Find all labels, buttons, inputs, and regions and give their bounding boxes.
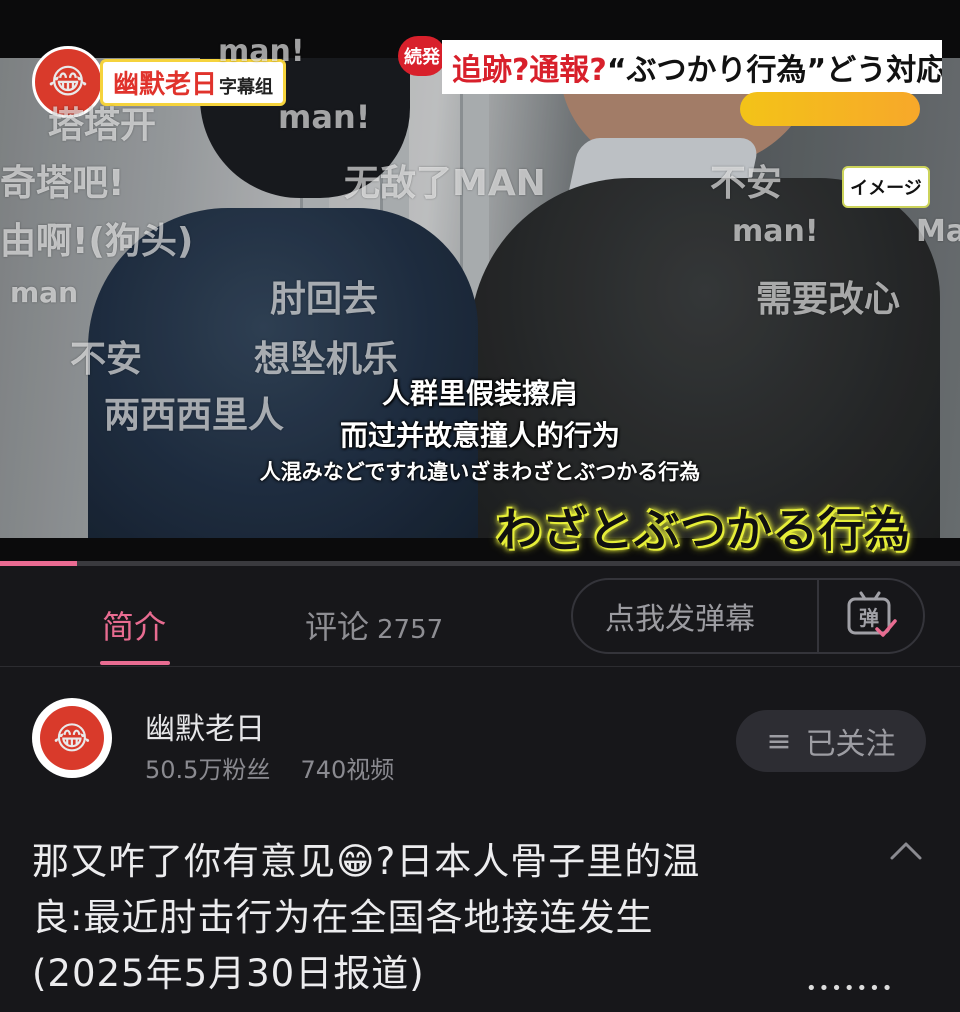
menu-icon: ≡ — [766, 723, 792, 759]
danmaku-placeholder: 点我发弹幕 — [605, 602, 755, 637]
news-tag: 続発 — [398, 36, 446, 76]
danmaku-comment: man! — [218, 34, 305, 69]
danmaku-tv-icon: 弹 — [847, 591, 897, 637]
subtitle-cn-line2: 而过并故意撞人的行为 — [339, 419, 620, 452]
danmaku-input[interactable]: 点我发弹幕 弹 — [571, 578, 925, 654]
video-player[interactable]: 😂 幽默老日 字幕组 続発 追跡?通報? “ぶつかり行為”どう対応 イメージ man… — [0, 0, 960, 566]
avatar[interactable]: 😂 — [32, 698, 112, 778]
video-count: 740视频 — [300, 756, 395, 784]
danmaku-send-icon[interactable]: 弹 — [819, 591, 923, 641]
daruma-avatar-icon: 😂 — [40, 706, 104, 770]
image-tag: イメージ — [842, 166, 930, 208]
uploader-stats: 50.5万粉丝 740视频 — [145, 750, 394, 785]
danmaku-comment: 塔塔开 — [48, 105, 157, 146]
headline-red: 追跡?通報? — [452, 53, 607, 88]
follow-label: 已关注 — [805, 727, 896, 762]
banner-decoration — [740, 92, 920, 126]
chevron-up-svg — [890, 842, 922, 860]
tab-comments[interactable]: 评论 2757 — [305, 602, 443, 648]
danmaku-comment: 肘回去 — [270, 279, 379, 320]
video-title: 那又咋了你有意见😁?日本人骨子里的温 良:最近肘击行为在全国各地接连发生 (20… — [32, 834, 832, 1002]
tab-bar: 简介 评论 2757 点我发弹幕 弹 — [0, 566, 960, 667]
subtitle-jp: 人混みなどですれ違いざまわざとぶつかる行為 — [259, 460, 701, 484]
danmaku-glyph: 弹 — [859, 606, 879, 630]
news-headline: 追跡?通報? “ぶつかり行為”どう対応 — [442, 40, 942, 94]
watermark-dots: ••••••• — [806, 978, 895, 999]
headline-black: “ぶつかり行為”どう対応 — [606, 53, 942, 88]
comments-count: 2757 — [377, 615, 444, 645]
followed-button[interactable]: ≡ 已关注 — [736, 710, 926, 772]
logo-name: 幽默老日 — [113, 69, 218, 100]
logo-suffix: 字幕组 — [219, 76, 274, 98]
title-line-2: 良:最近肘击行为在全国各地接连发生 — [32, 896, 654, 939]
danmaku-comment: 由啊!(狗头) — [0, 221, 194, 262]
caption-overlay: わざとぶつかる行為 — [496, 503, 910, 557]
tab-intro[interactable]: 简介 — [102, 602, 166, 648]
title-line-1: 那又咋了你有意见😁?日本人骨子里的温 — [32, 840, 701, 883]
danmaku-comment: 需要改心 — [756, 279, 901, 320]
follower-count: 50.5万粉丝 — [145, 756, 271, 784]
danmaku-comment: 奇塔吧! — [0, 163, 125, 204]
danmaku-comment: man — [10, 276, 79, 309]
danmaku-comment: man! — [732, 214, 819, 249]
danmaku-comment: 不安 — [710, 163, 783, 204]
tab-comments-label: 评论 — [305, 608, 370, 646]
chevron-up-icon[interactable] — [886, 836, 926, 870]
active-tab-indicator — [100, 661, 170, 665]
danmaku-comment: 无敌了MAN — [344, 163, 546, 204]
danmaku-comment: man! — [278, 98, 371, 136]
uploader-name[interactable]: 幽默老日 — [145, 704, 265, 748]
subtitle-cn-line1: 人群里假装擦肩 — [381, 377, 578, 410]
danmaku-comment: Ma — [916, 214, 960, 249]
title-line-3: (2025年5月30日报道) — [32, 952, 425, 995]
